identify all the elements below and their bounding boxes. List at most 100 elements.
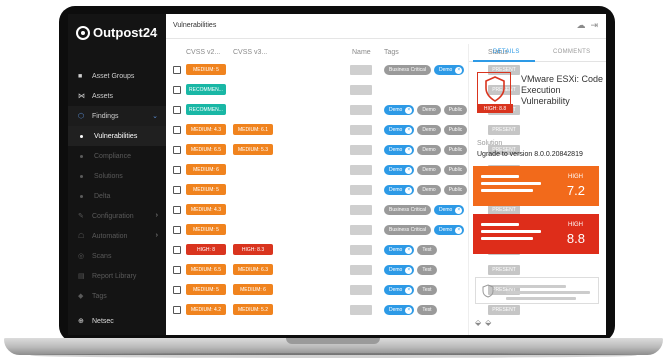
tag-chip[interactable]: Public [443, 125, 468, 135]
sidebar-item-assets[interactable]: ⋈ Assets [68, 86, 166, 106]
sidebar-item-vulnerabilities[interactable]: Vulnerabilities [68, 126, 166, 146]
table-row[interactable]: MEDIUM: 6.5 MEDIUM: 6.3 Demo × Test PRESENT [166, 260, 520, 280]
tag-chip[interactable]: Demo × [384, 245, 415, 255]
tag-chip[interactable]: Demo × [384, 165, 415, 175]
robot-icon: ☖ [78, 233, 85, 240]
tag-chip[interactable]: Business Critical [384, 65, 431, 75]
brand[interactable]: Outpost24 [76, 25, 157, 40]
table-row[interactable]: HIGH: 8HIGH: 8.3Demo×TestPRESENT [166, 240, 520, 260]
sidebar-item-findings[interactable]: ⬡ Findings ⌄ [68, 106, 166, 126]
table-row[interactable]: MEDIUM: 6.5 MEDIUM: 5.3 Demo × Demo Public PRE… [166, 140, 520, 160]
tag-chip[interactable]: Demo × [433, 225, 465, 235]
sidebar-item-compliance[interactable]: Compliance [68, 146, 166, 166]
tag-chip[interactable]: Demo [417, 125, 441, 135]
sidebar-item-report-library[interactable]: ▤ Report Library [68, 266, 166, 286]
name-placeholder [350, 145, 372, 155]
tag-chip[interactable]: Public [443, 145, 468, 155]
remove-tag-icon[interactable]: × [405, 246, 413, 254]
remove-tag-icon[interactable]: × [455, 66, 463, 74]
row-checkbox[interactable] [173, 126, 181, 134]
row-checkbox[interactable] [173, 86, 181, 94]
table-row[interactable]: MEDIUM: 5Business CriticalDemo×PRESENT [166, 220, 520, 240]
tag-chip[interactable]: Demo [417, 105, 441, 115]
table-row[interactable]: RECOMMEN...Demo×DemoPublicPRESENT [166, 100, 520, 120]
table-row[interactable]: MEDIUM: 5Demo×DemoPublicPRESENT [166, 180, 520, 200]
remove-tag-icon[interactable]: × [405, 286, 413, 294]
tag-chip[interactable]: Demo × [433, 65, 465, 75]
row-checkbox[interactable] [173, 246, 181, 254]
row-checkbox[interactable] [173, 66, 181, 74]
row-checkbox[interactable] [173, 146, 181, 154]
remove-tag-icon[interactable]: × [405, 146, 413, 154]
tag-chip[interactable]: Demo × [433, 205, 465, 215]
tag-chip[interactable]: Public [443, 165, 468, 175]
row-checkbox[interactable] [173, 226, 181, 234]
tag-chip[interactable]: Business Critical [384, 205, 431, 215]
tag-chip[interactable]: Public [443, 105, 468, 115]
tag-chip[interactable]: Demo [417, 145, 441, 155]
row-checkbox[interactable] [173, 306, 181, 314]
sidebar-item-scans[interactable]: ◎ Scans [68, 246, 166, 266]
row-checkbox[interactable] [173, 106, 181, 114]
tag-chip[interactable]: Test [417, 285, 437, 295]
remove-tag-icon[interactable]: × [455, 226, 463, 234]
table-row[interactable]: MEDIUM: 4.3 Business Critical Demo × PRESENT [166, 200, 520, 220]
row-checkbox[interactable] [173, 266, 181, 274]
table-row[interactable]: MEDIUM: 5 MEDIUM: 6 Demo × Test PRESENT [166, 280, 520, 300]
sidebar-item-delta[interactable]: Delta [68, 186, 166, 206]
sidebar-item-asset-groups[interactable]: ■ Asset Groups [68, 66, 166, 86]
tag-chip[interactable]: Business Critical [384, 225, 431, 235]
remove-tag-icon[interactable]: × [405, 266, 413, 274]
tag-label: Demo [422, 167, 436, 173]
tag-chip[interactable]: Demo [417, 185, 441, 195]
remove-tag-icon[interactable]: × [405, 126, 413, 134]
tag-chip[interactable]: Demo × [384, 265, 415, 275]
column-header-cvss2[interactable]: CVSS v2... [186, 49, 220, 56]
tag-chip[interactable]: Demo × [384, 105, 415, 115]
tag-chip[interactable]: Test [417, 245, 437, 255]
sidebar-item-automation[interactable]: ☖ Automation › [68, 226, 166, 246]
tag-label: Business Critical [389, 207, 426, 213]
logout-icon[interactable]: ⇥ [590, 20, 598, 31]
tab-details[interactable]: DETAILS [493, 49, 520, 55]
remove-tag-icon[interactable]: × [405, 166, 413, 174]
sidebar-footer-netsec[interactable]: ⊕ Netsec [68, 311, 166, 331]
tag-icon[interactable]: ⬙ [475, 318, 481, 327]
remove-tag-icon[interactable]: × [405, 306, 413, 314]
remove-tag-icon[interactable]: × [405, 106, 413, 114]
sidebar-item-configuration[interactable]: ✎ Configuration › [68, 206, 166, 226]
row-checkbox[interactable] [173, 286, 181, 294]
tag-chip[interactable]: Demo × [384, 125, 415, 135]
cvss3-badge: MEDIUM: 6 [233, 284, 273, 295]
tags-icon[interactable]: ⬙ [485, 318, 491, 327]
tag-chip[interactable]: Public [443, 185, 468, 195]
row-checkbox[interactable] [173, 166, 181, 174]
tag-chip[interactable]: Demo × [384, 145, 415, 155]
collapse-sidebar-icon[interactable]: ‹ [154, 27, 157, 38]
tag-chip[interactable]: Demo × [384, 285, 415, 295]
tag-chip[interactable]: Test [417, 265, 437, 275]
table-row[interactable]: RECOMMEN... PRESENT [166, 80, 520, 100]
row-checkbox[interactable] [173, 186, 181, 194]
tag-chip[interactable]: Demo × [384, 185, 415, 195]
sidebar-item-tags[interactable]: ◆ Tags [68, 286, 166, 306]
sidebar-item-solutions[interactable]: Solutions [68, 166, 166, 186]
row-checkbox[interactable] [173, 206, 181, 214]
name-placeholder [350, 125, 372, 135]
table-row[interactable]: MEDIUM: 4.3 MEDIUM: 6.1 Demo × Demo Public PRE… [166, 120, 520, 140]
tab-comments[interactable]: COMMENTS [553, 49, 590, 55]
tag-chip[interactable]: Test [417, 305, 437, 315]
table-row[interactable]: MEDIUM: 4.2 MEDIUM: 5.2 Demo × Test PRESENT [166, 300, 520, 320]
remove-tag-icon[interactable]: × [455, 206, 463, 214]
table-row[interactable]: MEDIUM: 5Business CriticalDemo×PRESENT [166, 60, 520, 80]
table-row[interactable]: MEDIUM: 6Demo×DemoPublicPRESENT [166, 160, 520, 180]
remove-tag-icon[interactable]: × [405, 186, 413, 194]
tag-list: Business Critical Demo × [384, 225, 465, 235]
column-header-tags[interactable]: Tags [384, 49, 399, 56]
tag-chip[interactable]: Demo × [384, 305, 415, 315]
cloud-icon[interactable]: ☁ [576, 20, 585, 31]
column-header-cvss3[interactable]: CVSS v3... [233, 49, 267, 56]
score-severity: HIGH [568, 174, 583, 180]
tag-chip[interactable]: Demo [417, 165, 441, 175]
column-header-name[interactable]: Name [352, 49, 371, 56]
